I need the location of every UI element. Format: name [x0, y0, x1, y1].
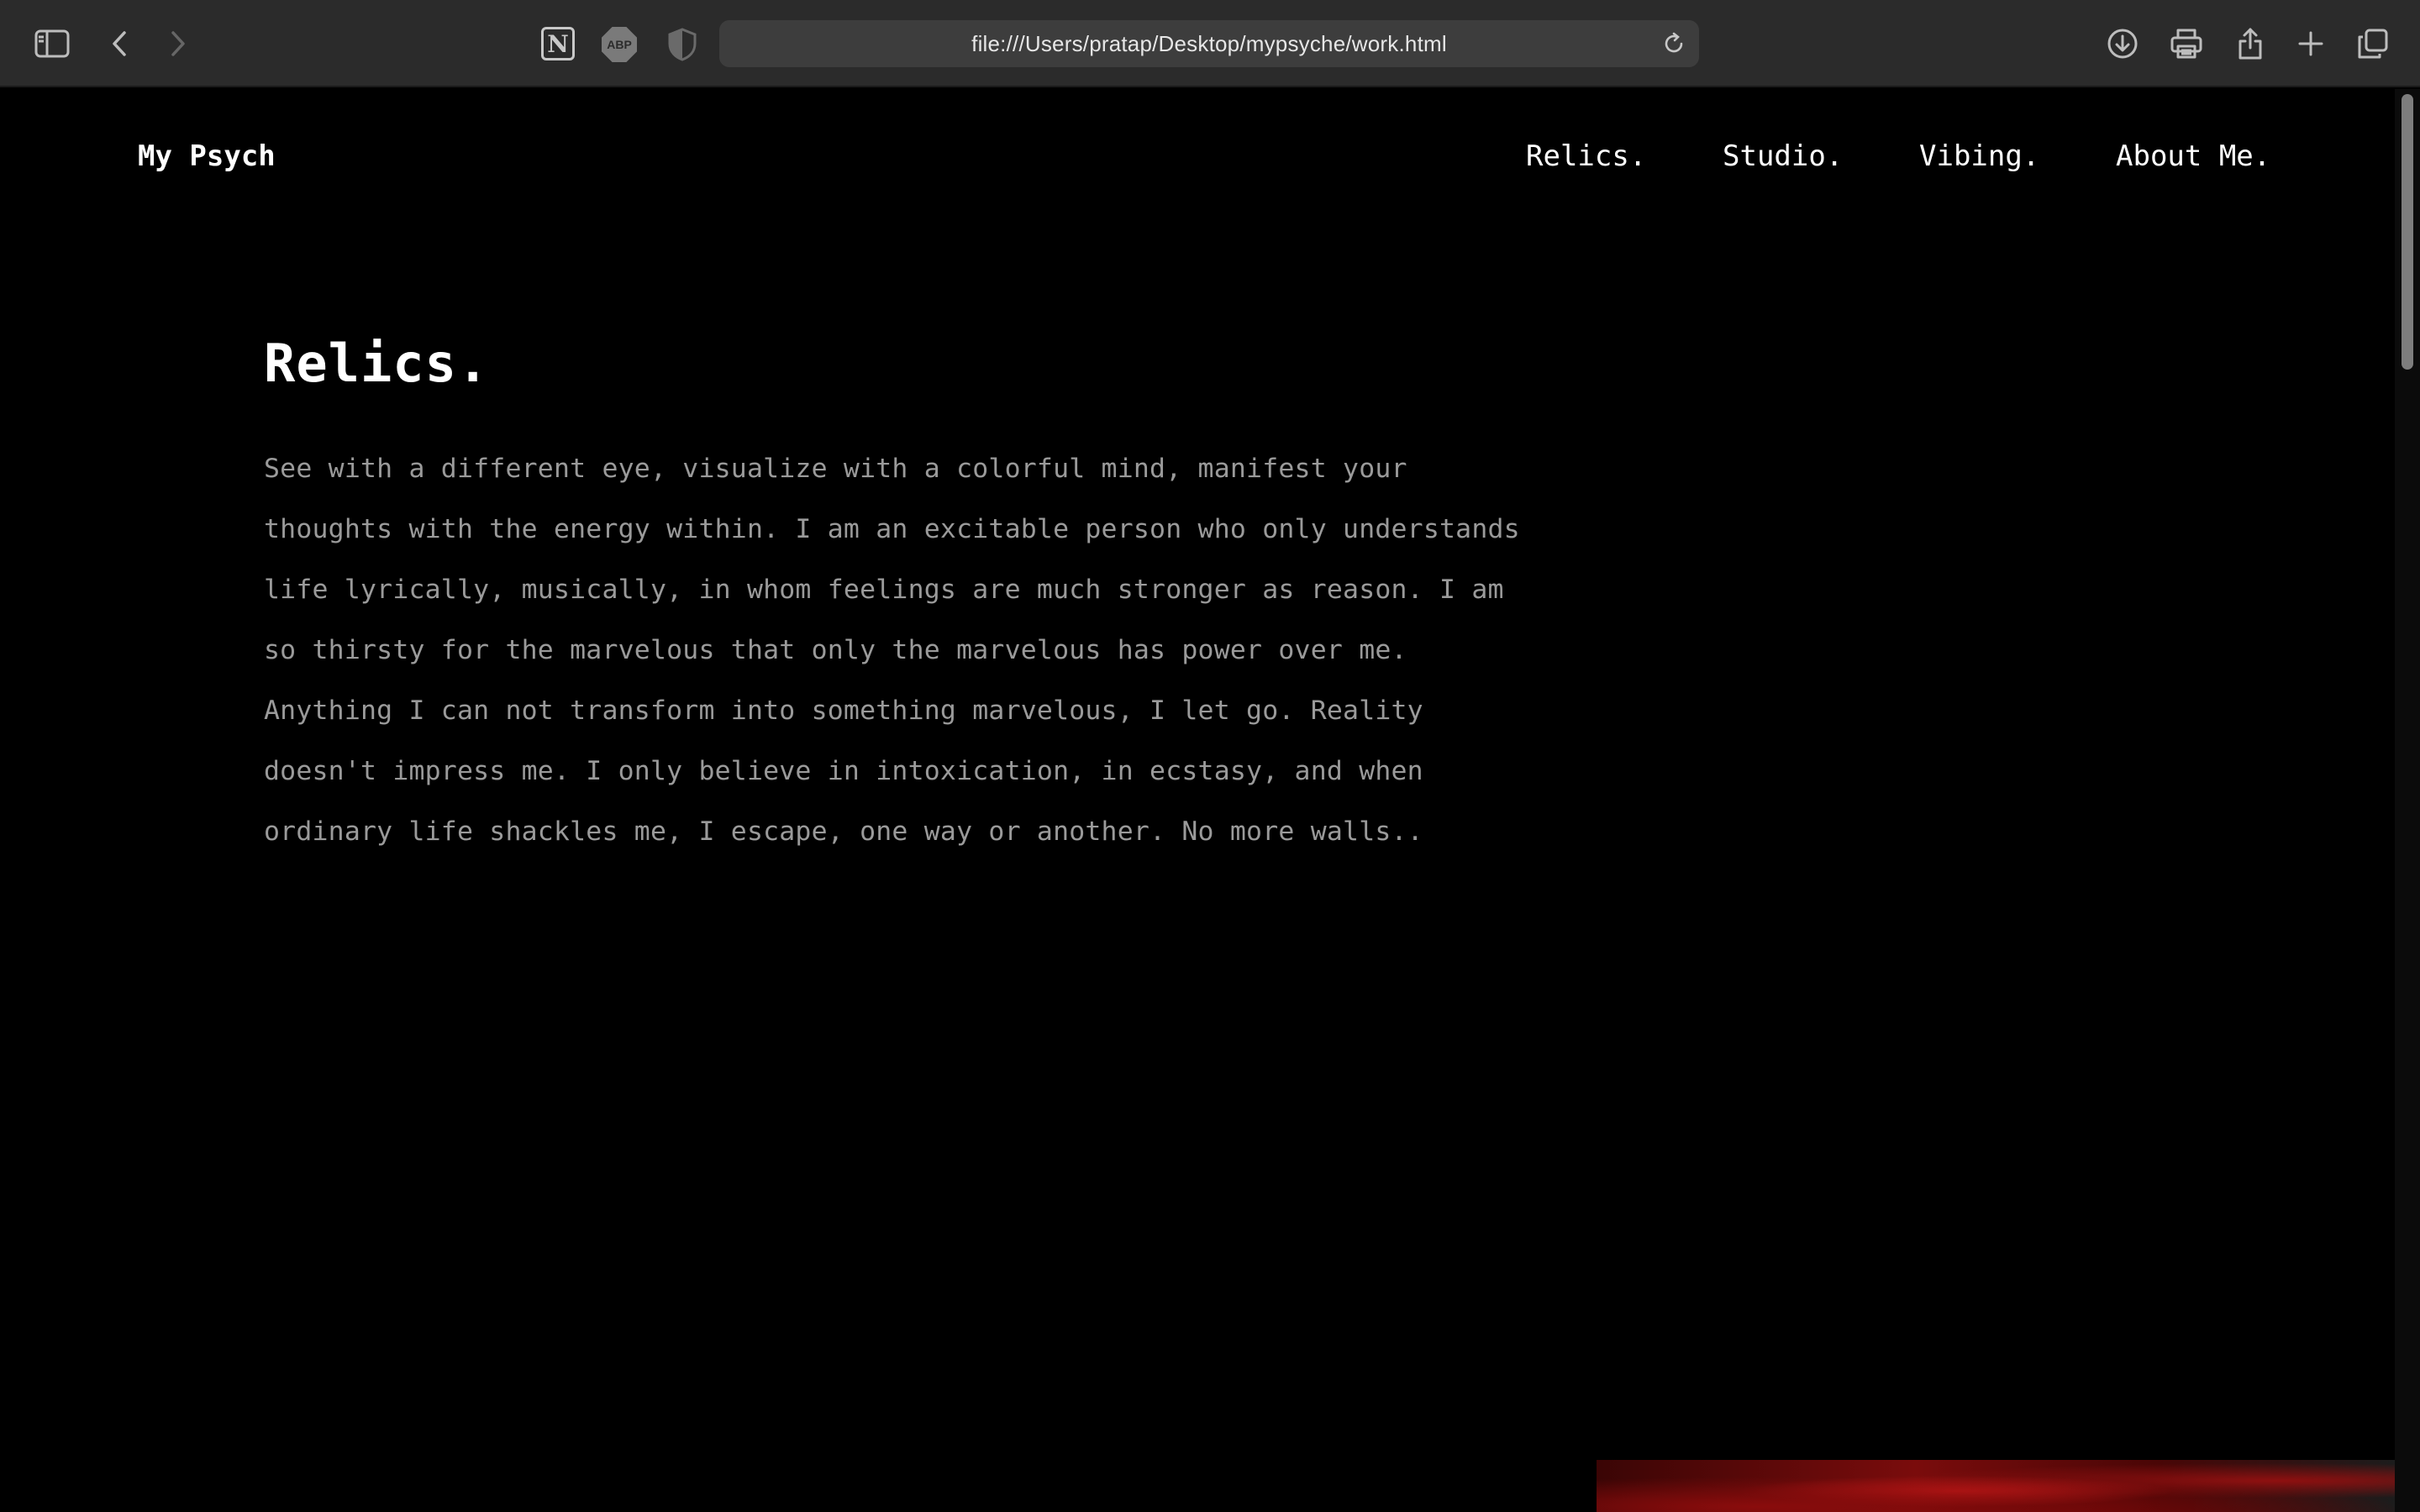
chevron-right-icon [171, 31, 185, 56]
featured-image [1597, 1460, 2395, 1512]
chevron-left-icon [113, 31, 126, 56]
web-page: My Psych Relics. Studio. Vibing. About M… [0, 89, 2395, 1512]
nav-link-vibing[interactable]: Vibing. [1919, 139, 2039, 173]
share-icon[interactable] [2232, 25, 2269, 62]
notion-icon[interactable]: N [541, 27, 575, 60]
forward-button[interactable] [160, 25, 197, 62]
adblock-plus-icon[interactable]: ABP [602, 27, 637, 62]
nav-link-relics[interactable]: Relics. [1526, 139, 1646, 173]
scrollbar-thumb[interactable] [2402, 94, 2413, 370]
page-title: Relics. [264, 333, 490, 394]
tabs-overview-icon[interactable] [2354, 25, 2391, 62]
url-text[interactable]: file:///Users/pratap/Desktop/mypsyche/wo… [971, 31, 1447, 57]
intro-paragraph: See with a different eye, visualize with… [264, 454, 1520, 847]
reload-icon[interactable] [1660, 30, 1687, 57]
nav-link-about-me[interactable]: About Me. [2116, 139, 2270, 173]
browser-toolbar: N ABP file:///Users/pratap/Desktop/mypsy… [0, 0, 2420, 87]
plus-icon[interactable] [2292, 25, 2329, 62]
site-brand[interactable]: My Psych [138, 139, 276, 173]
back-button[interactable] [101, 25, 138, 62]
address-bar[interactable]: file:///Users/pratap/Desktop/mypsyche/wo… [719, 20, 1699, 67]
scrollbar[interactable] [2395, 89, 2420, 1512]
sidebar-icon[interactable] [34, 25, 71, 62]
download-icon[interactable] [2104, 25, 2141, 62]
nav-link-studio[interactable]: Studio. [1723, 139, 1843, 173]
print-icon[interactable] [2168, 25, 2205, 62]
privacy-shield-icon[interactable] [666, 27, 699, 62]
